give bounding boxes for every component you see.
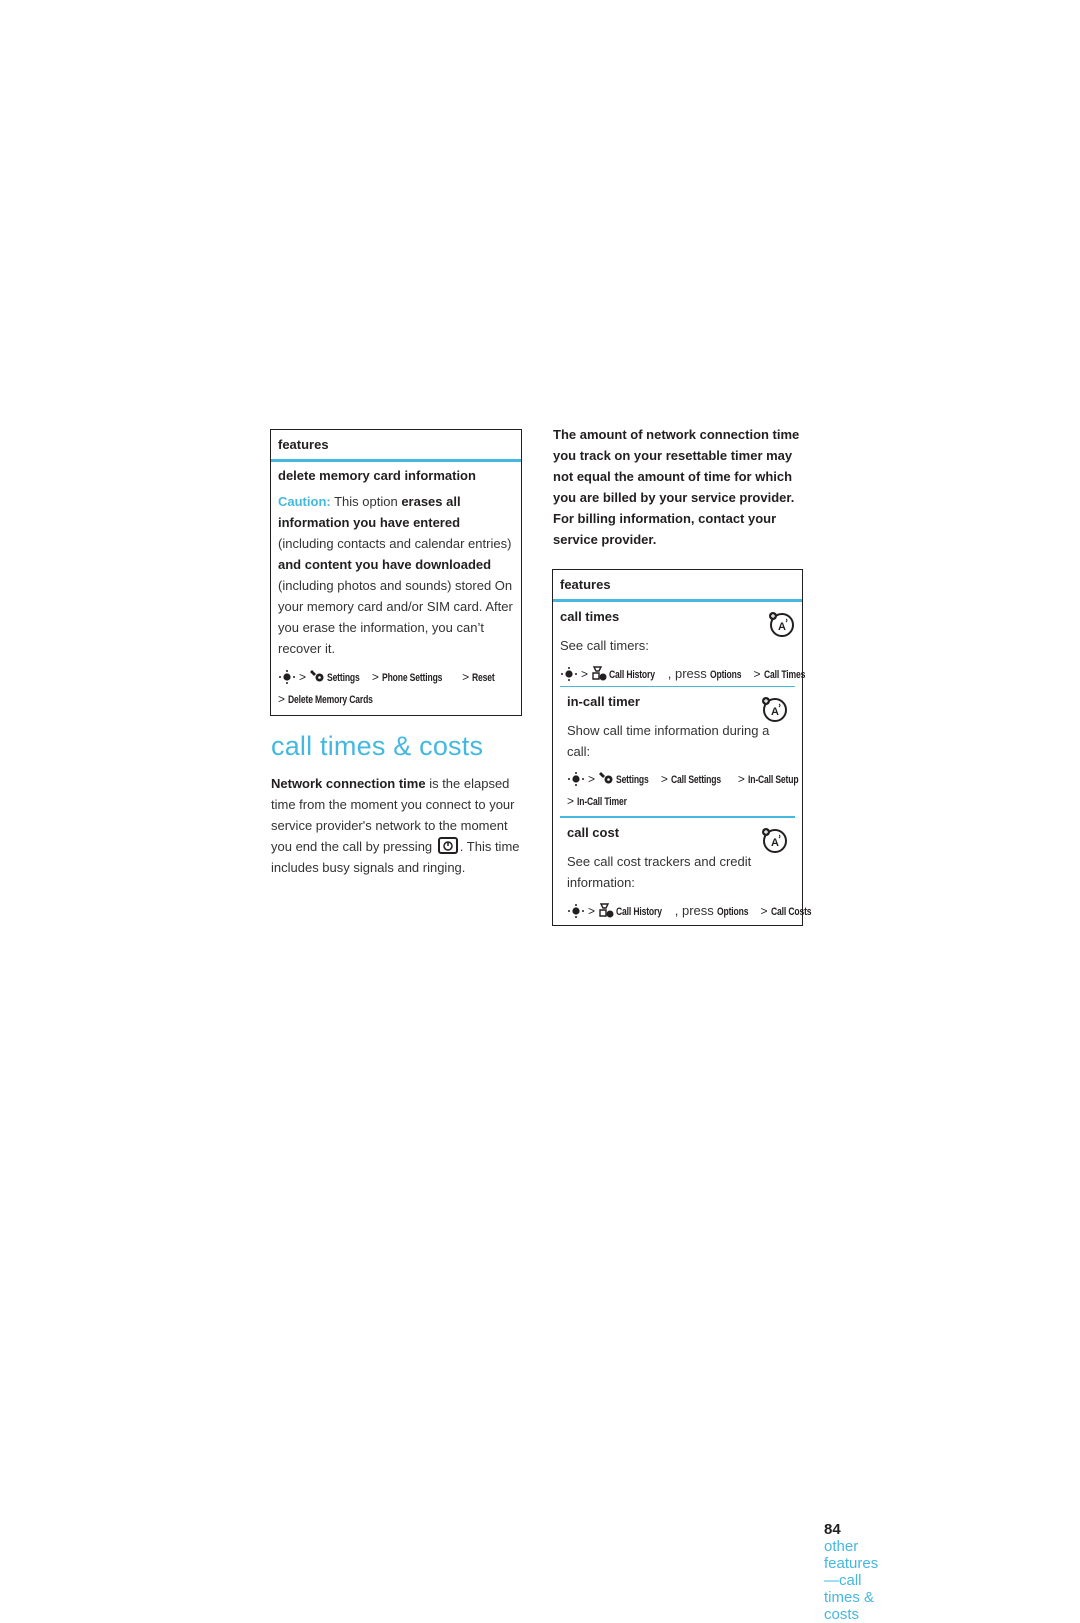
row-title: in-call timer [567, 694, 640, 709]
menu-item: Call Costs [770, 906, 812, 918]
row-description: See call cost trackers and credit inform… [567, 854, 752, 890]
menu-item: In-Call Setup [747, 774, 799, 786]
menu-path: > Settings > Phone Settings > Reset > Delete M… [278, 667, 514, 711]
caution-label: Caution: [278, 494, 331, 509]
page-number: 84 [824, 1521, 841, 1538]
table-header: features [553, 570, 802, 602]
table-row: call cost A See call cost trackers and c… [560, 816, 811, 929]
separator: > [462, 670, 470, 684]
menu-path: > Call History, press Options > Call Times [560, 663, 805, 686]
row-title: delete memory card information [278, 468, 476, 483]
menu-item: Delete Memory Cards [288, 694, 373, 706]
separator: > [581, 667, 589, 681]
end-key-icon [437, 837, 458, 854]
caution-bold-part: and content you have downloaded [278, 557, 492, 572]
section-title: call times & costs [271, 731, 484, 761]
row-title: call times [560, 609, 620, 624]
intro-bold: Network connection time [271, 776, 426, 791]
page-footer: 84other features—call times & costs [824, 1521, 878, 1623]
intro-paragraph: Network connection time is the elapsed t… [271, 773, 523, 878]
svg-text:A: A [771, 706, 779, 718]
svg-text:A: A [778, 621, 786, 633]
separator: > [567, 794, 575, 808]
call-history-icon [599, 903, 614, 918]
menu-item: Call History [616, 906, 662, 918]
table-row: in-call timer A Show call time informati… [560, 686, 798, 816]
separator: > [588, 772, 596, 786]
menu-item: Settings [616, 774, 649, 786]
call-times-table: features call times A See call timers: >… [552, 569, 878, 1623]
separator: > [371, 670, 379, 684]
caution-text-part: (including photos and sounds) stored On … [278, 578, 513, 656]
separator: > [588, 904, 596, 918]
menu-item: Call Times [763, 669, 805, 681]
row-title: call cost [567, 825, 620, 840]
nav-key-icon [561, 667, 577, 681]
network-dependent-icon: A [762, 697, 787, 722]
table-header: features [271, 430, 521, 462]
separator: > [299, 670, 307, 684]
nav-key-icon [568, 904, 584, 918]
nav-key-icon [279, 670, 295, 684]
delete-memory-card-table: features delete memory card information … [270, 429, 522, 716]
call-history-icon [592, 666, 607, 681]
running-title: other features—call times & costs [824, 1538, 879, 1623]
nav-key-icon [568, 772, 584, 786]
menu-item: Call Settings [670, 774, 721, 786]
menu-item: Phone Settings [381, 672, 443, 684]
press-text: , press [667, 666, 711, 681]
svg-text:A: A [771, 837, 779, 849]
table-row: call times A See call timers: > Call Hist… [553, 602, 811, 918]
settings-icon [599, 772, 613, 784]
network-dependent-icon: A [769, 612, 794, 637]
separator: > [753, 667, 761, 681]
menu-item: Reset [472, 672, 495, 684]
row-description: Show call time information during a call… [567, 723, 770, 759]
table-row: delete memory card information Caution: … [271, 462, 521, 717]
separator: > [737, 772, 745, 786]
caution-text-part: This option [330, 494, 402, 509]
caution-text: Caution: This option erases all informat… [278, 491, 514, 659]
billing-note: The amount of network connection time yo… [553, 427, 800, 547]
separator: > [660, 772, 668, 786]
row-description: See call timers: [560, 638, 649, 653]
settings-icon [310, 670, 324, 682]
separator: > [760, 904, 768, 918]
caution-text-part: (including contacts and calendar entries… [278, 536, 512, 551]
separator: > [278, 692, 286, 706]
menu-path: > Call History, press Options > Call Costs [567, 900, 811, 923]
menu-item: Options [710, 669, 742, 681]
press-text: , press [674, 903, 718, 918]
network-dependent-icon: A [762, 828, 787, 853]
menu-item: In-Call Timer [577, 796, 627, 808]
menu-path: > Settings > Call Settings > In-Call Setup > I… [567, 769, 798, 813]
menu-item: Settings [327, 672, 360, 684]
menu-item: Call History [609, 669, 655, 681]
menu-item: Options [717, 906, 749, 918]
